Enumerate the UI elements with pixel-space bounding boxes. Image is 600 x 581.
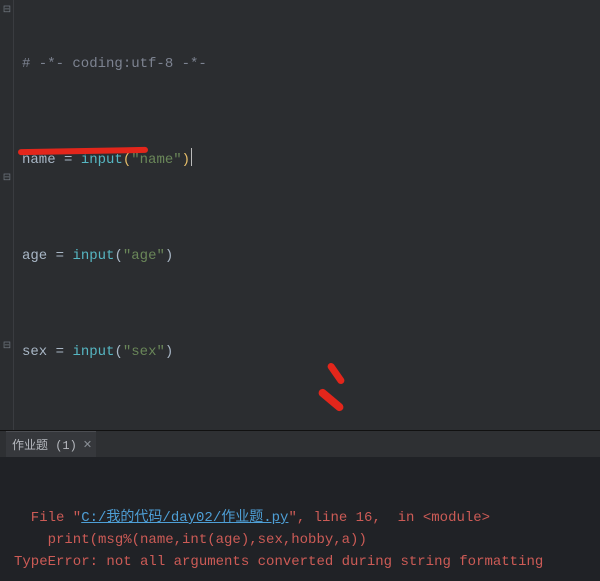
panel-tab-row: 作业题 (1) ✕ [0, 431, 600, 457]
console-line: File "C:/我的代码/day02/作业题.py", line 16, in… [14, 510, 490, 526]
console-output[interactable]: File "C:/我的代码/day02/作业题.py", line 16, in… [0, 457, 600, 581]
traceback-file-link[interactable]: C:/我的代码/day02/作业题.py [81, 510, 288, 526]
text-caret [191, 148, 192, 166]
code-line: age = input("age") [22, 244, 594, 268]
code-line: sex = input("sex") [22, 340, 594, 364]
code-editor[interactable]: ⊟ ⊟ ⊟ # -*- coding:utf-8 -*- name = inpu… [0, 0, 600, 430]
panel-tab-label: 作业题 (1) [12, 436, 77, 453]
console-line: print(msg%(name,int(age),sex,hobby,a)) [14, 532, 367, 548]
fold-toggle[interactable]: ⊟ [2, 174, 12, 184]
fold-toggle[interactable]: ⊟ [2, 6, 12, 16]
panel-tab[interactable]: 作业题 (1) ✕ [6, 431, 96, 457]
run-output-panel: 作业题 (1) ✕ File "C:/我的代码/day02/作业题.py", l… [0, 430, 600, 555]
fold-toggle[interactable]: ⊟ [2, 342, 12, 352]
gutter: ⊟ ⊟ ⊟ [0, 0, 14, 430]
console-error-line: TypeError: not all arguments converted d… [14, 554, 543, 570]
code-line: # -*- coding:utf-8 -*- [22, 52, 594, 76]
close-icon[interactable]: ✕ [83, 438, 92, 452]
console-line [14, 488, 367, 504]
comment: # -*- coding:utf-8 -*- [22, 56, 207, 72]
